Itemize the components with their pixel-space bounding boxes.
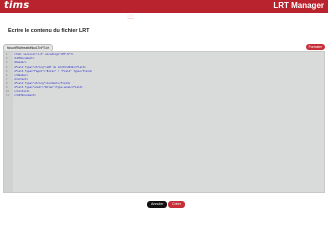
line-number: 11	[6, 94, 9, 98]
code-editor[interactable]: 1 2 3 4 5 6 7 8 9 10 11 <?xml version="1.0" encodi…	[3, 51, 325, 193]
code-line: <?xml version="1.0" encoding="UTF-8"?>	[14, 53, 74, 57]
line-number: 5	[6, 69, 8, 73]
code-line: </LRTDocument>	[14, 94, 36, 98]
nav-item-traitements[interactable]: Traitements	[141, 14, 159, 18]
page-title: Ecrire le contenu du fichier LRT	[8, 28, 90, 34]
nav-item-lrt[interactable]: LRT	[128, 14, 134, 18]
code-line: <Field Type="string">LRT du 12/03/2024</…	[14, 65, 86, 69]
nav-item-deconnexion[interactable]: Déconnexion	[198, 14, 218, 18]
nav-item-nomble[interactable]: Nomblé	[108, 14, 120, 18]
line-number: 1	[6, 53, 8, 57]
line-number: 2	[6, 57, 8, 61]
nav-item-accueil[interactable]: Accueil	[90, 14, 101, 18]
code-line: <Field Type="string">Content</Field>	[14, 81, 71, 85]
line-number: 3	[6, 61, 8, 65]
line-number-gutter: 1 2 3 4 5 6 7 8 9 10 11	[4, 52, 13, 192]
main-nav: Accueil Nomblé LRT Traitements Synchroni…	[90, 4, 221, 18]
line-number: 4	[6, 65, 8, 69]
line-number: 9	[6, 86, 8, 89]
code-line: <Content>	[14, 77, 29, 81]
code-line: </Content>	[14, 90, 30, 94]
line-number: 8	[6, 81, 8, 85]
create-button[interactable]: Créer	[168, 201, 185, 208]
tims-logo[interactable]: tims	[4, 0, 29, 11]
line-number: 10	[6, 90, 9, 94]
code-line: <Field Type="Fagot">"Bilan" / "Field" Ty…	[14, 69, 93, 73]
code-line: <LRTDocument>	[14, 57, 35, 61]
line-number: 6	[6, 73, 8, 77]
top-navbar: tims Accueil Nomblé LRT Traitements Sync…	[0, 0, 328, 18]
code-line: </Header>	[14, 73, 29, 77]
app-title: LRT Manager	[273, 1, 324, 10]
code-line: <Header>	[14, 61, 27, 65]
line-number: 7	[6, 77, 8, 81]
format-button[interactable]: Formater	[305, 44, 325, 50]
cancel-button[interactable]: Annuler	[147, 201, 168, 208]
nav-item-synchronisation[interactable]: Synchronisation	[167, 14, 191, 18]
code-line: <Field Type="enum">"Bilan"/Type.enum</Fi…	[14, 86, 83, 89]
